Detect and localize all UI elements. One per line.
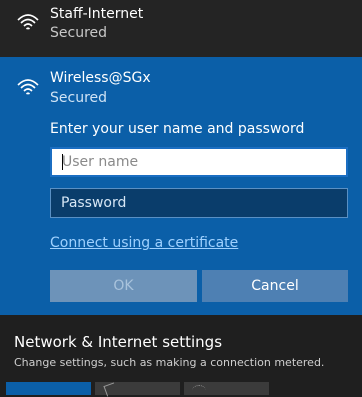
text-caret xyxy=(62,154,63,170)
password-input[interactable] xyxy=(50,188,348,218)
mobile-hotspot-icon xyxy=(192,385,206,396)
wifi-signal-icon xyxy=(17,79,39,95)
wifi-quick-action-tile[interactable] xyxy=(6,382,91,395)
network-settings-description: Change settings, such as making a connec… xyxy=(14,356,325,369)
network-settings-section: Network & Internet settings Change setti… xyxy=(0,315,362,397)
mobile-hotspot-tile[interactable] xyxy=(184,382,269,395)
network-ssid: Wireless@SGx xyxy=(50,70,151,86)
network-status: Secured xyxy=(50,25,108,41)
username-input[interactable] xyxy=(50,147,348,177)
credentials-prompt: Enter your user name and password xyxy=(50,121,305,137)
ok-button[interactable]: OK xyxy=(50,270,197,302)
wifi-signal-icon xyxy=(17,14,39,30)
cancel-button[interactable]: Cancel xyxy=(202,270,348,302)
connect-certificate-link[interactable]: Connect using a certificate xyxy=(50,235,238,251)
airplane-mode-icon xyxy=(103,382,118,397)
network-item-wireless-sgx[interactable]: Wireless@SGx Secured Enter your user nam… xyxy=(0,57,362,315)
network-settings-link[interactable]: Network & Internet settings xyxy=(14,333,222,351)
network-ssid: Staff-Internet xyxy=(50,6,144,22)
airplane-mode-tile[interactable] xyxy=(95,382,180,397)
network-flyout: Staff-Internet Secured Wireless@SGx Secu… xyxy=(0,0,362,397)
network-item-staff-internet[interactable]: Staff-Internet Secured xyxy=(0,0,362,57)
network-status: Secured xyxy=(50,90,108,106)
